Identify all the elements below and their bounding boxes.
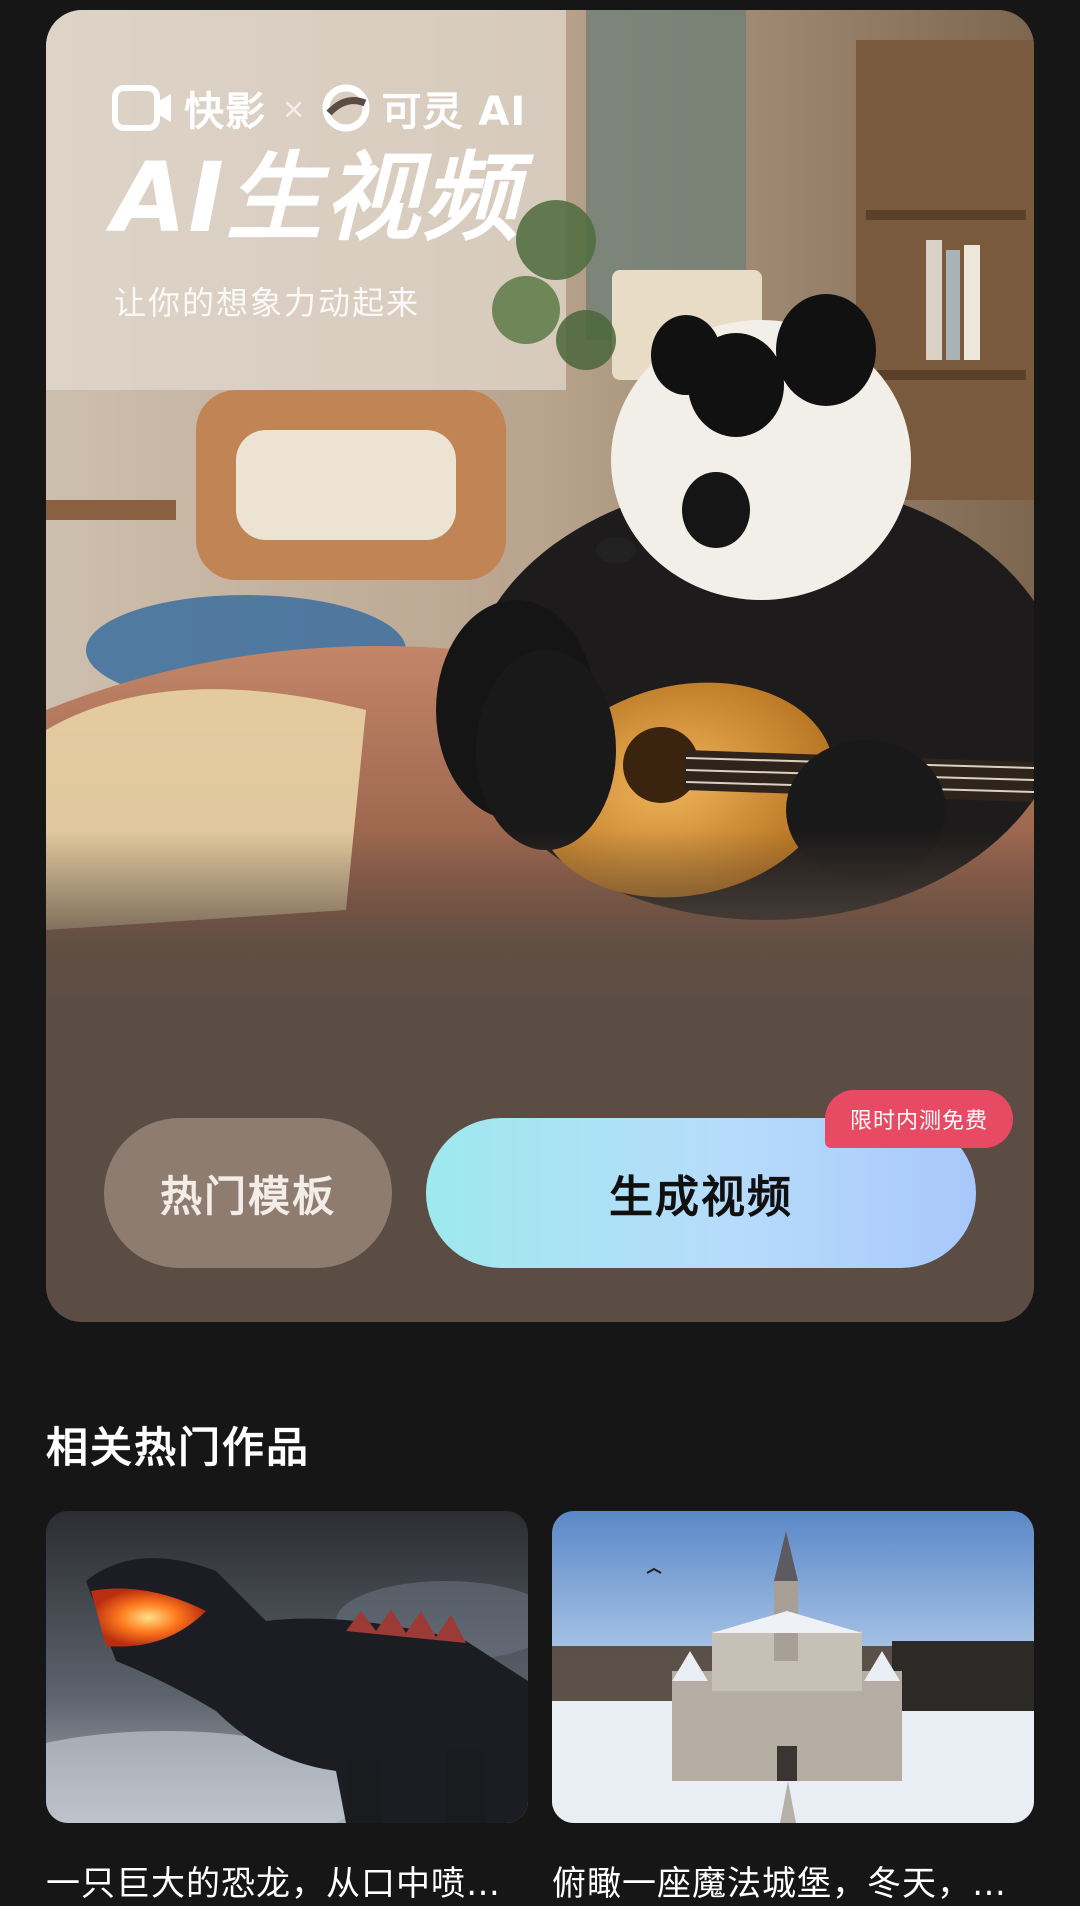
related-item-caption[interactable]: 俯瞰一座魔法城堡，冬天，… xyxy=(552,1856,1034,1905)
related-item-dinosaur[interactable] xyxy=(46,1511,528,1823)
brand-keling: 可灵 AI xyxy=(381,89,527,135)
keling-logo-icon xyxy=(322,84,370,132)
brand-separator: × xyxy=(282,91,306,125)
hero-card: 快影 × 可灵 AI AI生视频 让你的想象力动起来 热门模板 生成视频 限时内… xyxy=(46,10,1034,1322)
hot-templates-button[interactable]: 热门模板 xyxy=(104,1118,392,1268)
page-subtitle: 让你的想象力动起来 xyxy=(114,284,421,322)
brand-row: 快影 × 可灵 AI xyxy=(112,78,526,138)
related-item-caption[interactable]: 一只巨大的恐龙，从口中喷… xyxy=(46,1856,528,1905)
free-beta-badge: 限时内测免费 xyxy=(825,1090,1013,1148)
page-title: AI生视频 xyxy=(112,142,521,254)
related-section-title: 相关热门作品 xyxy=(46,1423,311,1472)
brand-kuaiying: 快影 xyxy=(184,89,266,135)
dinosaur-thumbnail-image xyxy=(46,1511,528,1823)
related-item-castle[interactable] xyxy=(552,1511,1034,1823)
kuaiying-logo-icon xyxy=(112,85,171,131)
castle-thumbnail-image xyxy=(552,1511,1034,1823)
